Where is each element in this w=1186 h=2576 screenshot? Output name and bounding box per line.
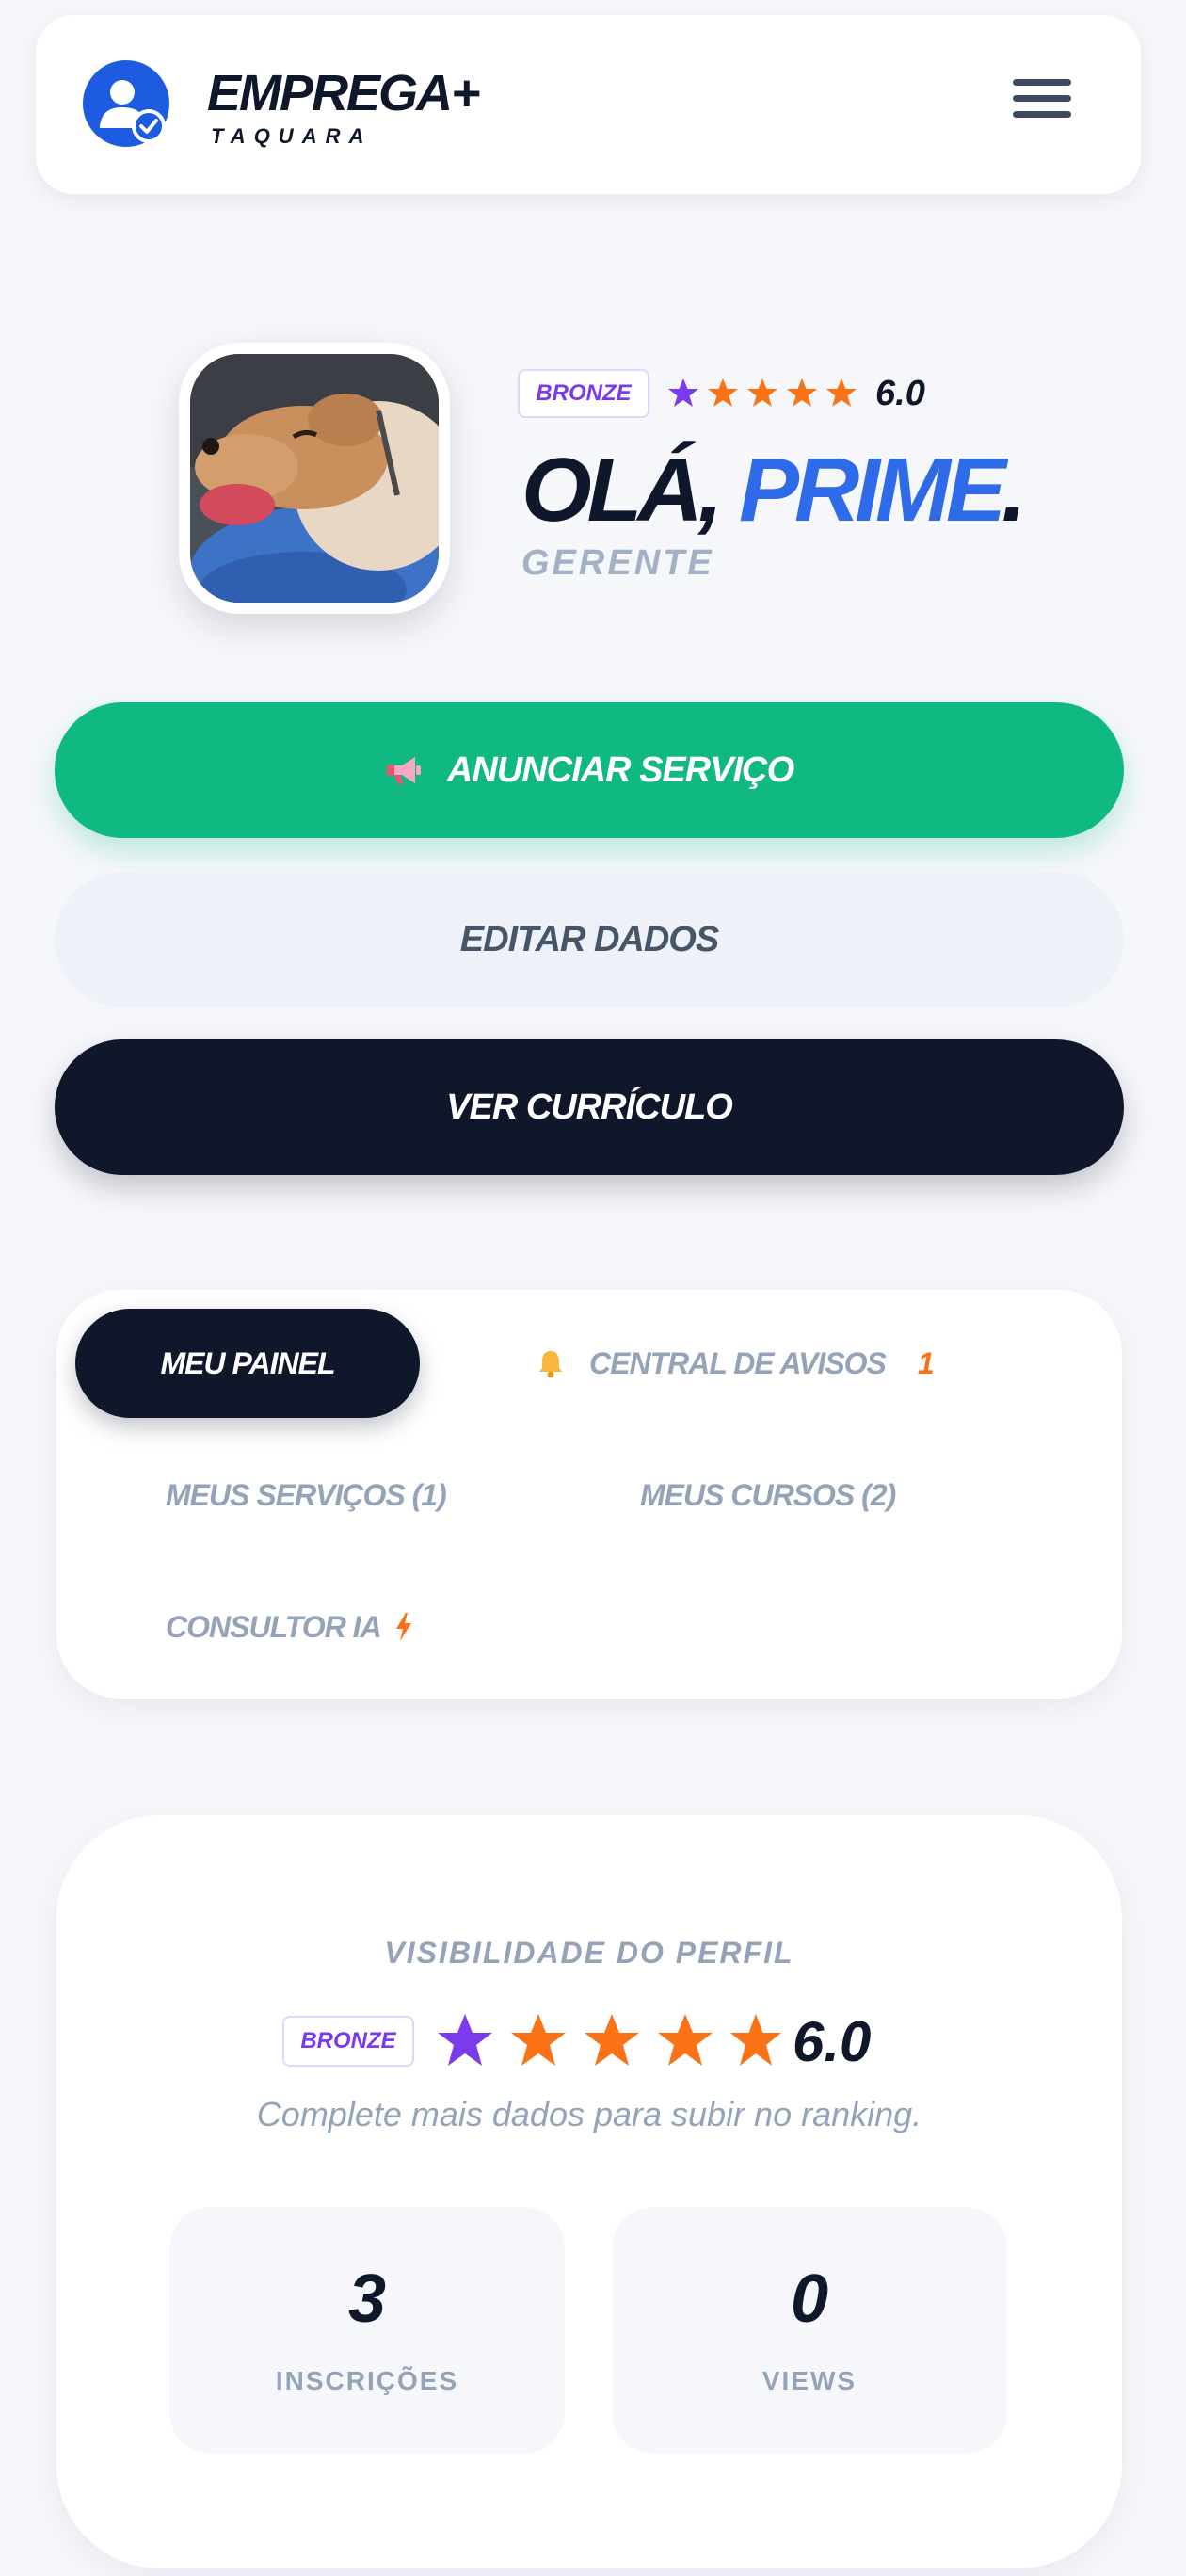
- rank-badge: BRONZE: [282, 2016, 414, 2067]
- star-icon: [585, 2014, 639, 2066]
- brand-name: EMPREGA+: [207, 65, 481, 121]
- hamburger-icon[interactable]: [1013, 79, 1071, 130]
- view-resume-button[interactable]: VER CURRÍCULO: [55, 1039, 1124, 1175]
- edit-data-button[interactable]: EDITAR DADOS: [55, 872, 1124, 1007]
- star-icon: [438, 2014, 492, 2066]
- tab-notices[interactable]: CENTRAL DE AVISOS 1: [537, 1344, 935, 1382]
- tab-my-courses[interactable]: MEUS CURSOS (2): [640, 1476, 896, 1514]
- stat-label: INSCRIÇÕES: [275, 2366, 459, 2395]
- stat-value: 3: [347, 2262, 387, 2337]
- user-name: PRIME: [738, 440, 1006, 540]
- megaphone-icon: [385, 754, 423, 786]
- tab-ai-label: CONSULTOR IA: [166, 1610, 382, 1644]
- announce-service-label: ANUNCIAR SERVIÇO: [446, 749, 794, 790]
- stat-value: 0: [790, 2262, 829, 2337]
- star-icon: [511, 2014, 566, 2066]
- visibility-title: VISIBILIDADE DO PERFIL: [384, 1936, 794, 1970]
- rank-badge: BRONZE: [518, 369, 649, 418]
- user-check-icon[interactable]: [81, 58, 171, 149]
- brand-subtitle: TAQUARA: [211, 124, 373, 148]
- visibility-hint: Complete mais dados para subir no rankin…: [256, 2095, 922, 2133]
- notices-count-badge: 1: [917, 1346, 935, 1380]
- dog-photo: [190, 354, 439, 603]
- star-icon: [658, 2014, 713, 2066]
- greeting-heading: OLÁ, PRIME.: [521, 439, 1027, 542]
- dashboard-tabs: MEU PAINEL CENTRAL DE AVISOS 1 MEUS SERV…: [56, 1290, 1122, 1699]
- app-header: EMPREGA+ TAQUARA: [36, 15, 1141, 194]
- star-icon: [668, 378, 698, 407]
- tab-my-panel-label: MEU PAINEL: [160, 1346, 336, 1380]
- edit-data-label: EDITAR DADOS: [459, 919, 719, 959]
- stat-card-subscriptions: 3 INSCRIÇÕES: [169, 2207, 565, 2454]
- star-icon: [826, 378, 857, 407]
- stat-label: VIEWS: [761, 2366, 857, 2395]
- greeting-suffix: .: [1002, 440, 1027, 540]
- view-resume-label: VER CURRÍCULO: [446, 1087, 733, 1127]
- tab-ai-consultant[interactable]: CONSULTOR IA: [166, 1608, 413, 1646]
- star-icon: [787, 378, 817, 407]
- star-icon: [708, 378, 738, 407]
- tab-my-panel[interactable]: MEU PAINEL: [75, 1309, 420, 1418]
- rating-stars: [666, 373, 864, 414]
- bell-icon: [537, 1348, 565, 1378]
- announce-service-button[interactable]: ANUNCIAR SERVIÇO: [55, 702, 1124, 838]
- user-role: GERENTE: [521, 543, 714, 583]
- visibility-rating-row: BRONZE 6.0: [282, 2002, 871, 2081]
- star-icon: [747, 378, 777, 407]
- profile-visibility-card: VISIBILIDADE DO PERFIL BRONZE 6.0 Comple…: [56, 1815, 1122, 2568]
- rating-value: 6.0: [875, 374, 925, 413]
- rating-value: 6.0: [793, 2009, 872, 2073]
- lightning-icon: [394, 1612, 413, 1642]
- stat-card-views: 0 VIEWS: [612, 2207, 1007, 2454]
- tab-my-services[interactable]: MEUS SERVIÇOS (1): [166, 1476, 447, 1514]
- rating-stars: [438, 2014, 781, 2066]
- greeting-prefix: OLÁ,: [521, 440, 739, 540]
- tab-notices-label: CENTRAL DE AVISOS: [589, 1346, 887, 1380]
- star-icon: [730, 2014, 781, 2066]
- profile-photo[interactable]: [179, 343, 450, 614]
